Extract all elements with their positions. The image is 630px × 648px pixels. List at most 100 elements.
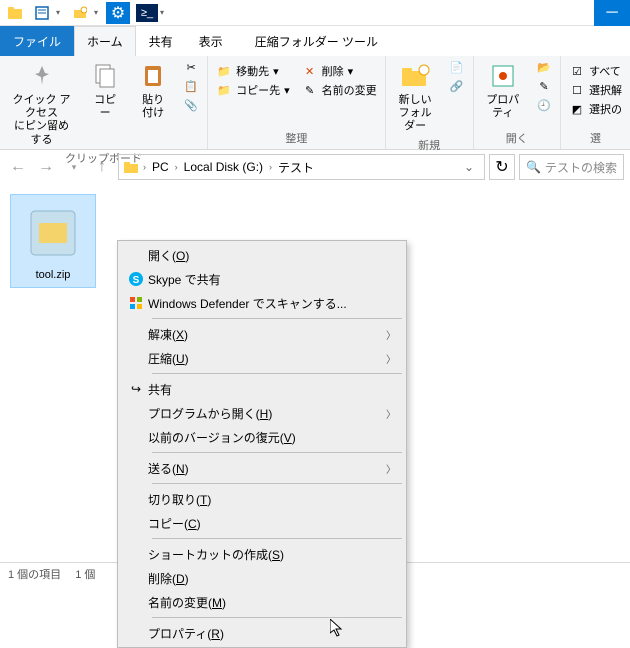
pin-quickaccess-button[interactable]: クイック アクセス にピン留めする [4, 58, 79, 149]
invert-selection-button[interactable]: ◩選択の [565, 100, 626, 118]
rename-icon: ✎ [302, 82, 318, 98]
qat-powershell-icon[interactable]: ≥_ [136, 4, 158, 22]
context-menu: 開く(O) SSkype で共有 Windows Defender でスキャンす… [117, 240, 407, 648]
ribbon-group-select: ☑すべて ☐選択解 ◩選択の 選 [561, 56, 630, 149]
select-none-button[interactable]: ☐選択解 [565, 81, 626, 99]
qat-dropdown-icon[interactable]: ▾ [94, 8, 104, 17]
copy-path-button[interactable]: 📋 [179, 77, 203, 95]
menu-separator [152, 373, 402, 374]
menu-separator [152, 318, 402, 319]
copy-icon [89, 60, 121, 92]
copy-to-button[interactable]: 📁コピー先 ▾ [212, 81, 294, 99]
tab-home[interactable]: ホーム [74, 26, 136, 56]
address-bar[interactable]: › PC › Local Disk (G:) › テスト ⌄ [118, 154, 485, 180]
tab-view[interactable]: 表示 [186, 26, 236, 56]
paste-button[interactable]: 貼り付け [131, 58, 175, 122]
new-item-button[interactable]: 📄 [445, 58, 469, 76]
easyaccess-icon: 🔗 [449, 78, 465, 94]
menu-separator [152, 483, 402, 484]
forward-button[interactable]: → [34, 155, 58, 179]
share-icon: ↪ [124, 382, 148, 396]
cut-button[interactable]: ✂ [179, 58, 203, 76]
newitem-icon: 📄 [449, 59, 465, 75]
tab-file[interactable]: ファイル [0, 26, 74, 56]
recent-dropdown[interactable]: ▾ [62, 155, 86, 179]
tab-compressed-tools[interactable]: 圧縮フォルダー ツール [242, 26, 391, 56]
qat-settings-icon[interactable]: ⚙ [106, 2, 130, 24]
pin-icon [26, 60, 58, 92]
address-dropdown-icon[interactable]: ⌄ [458, 160, 480, 174]
app-icon [4, 2, 26, 24]
menu-rename[interactable]: 名前の変更(M) [120, 590, 404, 614]
qat-properties-icon[interactable] [30, 2, 54, 24]
copyto-icon: 📁 [216, 82, 232, 98]
menu-restore-versions[interactable]: 以前のバージョンの復元(V) [120, 425, 404, 449]
menu-create-shortcut[interactable]: ショートカットの作成(S) [120, 542, 404, 566]
pin-label: クイック アクセス にピン留めする [10, 94, 73, 147]
properties-icon [487, 60, 519, 92]
menu-separator [152, 452, 402, 453]
menu-separator [152, 617, 402, 618]
scissors-icon: ✂ [183, 59, 199, 75]
menu-cut[interactable]: 切り取り(T) [120, 487, 404, 511]
search-icon: 🔍 [526, 160, 541, 174]
open-button[interactable]: 📂 [532, 58, 556, 76]
file-label: tool.zip [36, 269, 71, 281]
delete-button[interactable]: ✕削除 ▾ [298, 62, 381, 80]
up-button[interactable]: ↑ [90, 155, 114, 179]
refresh-button[interactable]: ↻ [489, 154, 515, 180]
ribbon: クイック アクセス にピン留めする コピー 貼り付け ✂ 📋 📎 クリップボード… [0, 56, 630, 150]
menu-open[interactable]: 開く(O) [120, 243, 404, 267]
quick-access-toolbar: ▾ ▾ ⚙ ≥_ ▾ [30, 2, 170, 24]
newfolder-label: 新しい フォルダー [396, 94, 435, 134]
rename-button[interactable]: ✎名前の変更 [298, 81, 381, 99]
menu-properties[interactable]: プロパティ(R) [120, 621, 404, 645]
select-all-button[interactable]: ☑すべて [565, 62, 626, 80]
menu-compress[interactable]: 圧縮(U)〉 [120, 346, 404, 370]
titlebar: ▾ ▾ ⚙ ≥_ ▾ 展開 テスト ─ [0, 0, 630, 26]
move-to-button[interactable]: 📁移動先 ▾ [212, 62, 294, 80]
qat-newfolder-icon[interactable] [68, 2, 92, 24]
delete-icon: ✕ [302, 63, 318, 79]
selectall-icon: ☑ [569, 63, 585, 79]
menu-skype-share[interactable]: SSkype で共有 [120, 267, 404, 291]
chevron-right-icon[interactable]: › [175, 162, 178, 172]
minimize-button[interactable]: ─ [594, 0, 630, 26]
copy-button[interactable]: コピー [83, 58, 127, 122]
skype-icon: S [124, 271, 148, 287]
moveto-icon: 📁 [216, 63, 232, 79]
search-input[interactable]: 🔍 テストの検索 [519, 154, 624, 180]
file-item-toolzip[interactable]: tool.zip [10, 194, 96, 288]
ribbon-group-new: 新しい フォルダー 📄 🔗 新規 [386, 56, 474, 149]
menu-share[interactable]: ↪共有 [120, 377, 404, 401]
breadcrumb-pc[interactable]: PC [150, 160, 171, 174]
menu-separator [152, 538, 402, 539]
chevron-right-icon[interactable]: › [143, 162, 146, 172]
history-button[interactable]: 🕘 [532, 96, 556, 114]
back-button[interactable]: ← [6, 155, 30, 179]
menu-copy[interactable]: コピー(C) [120, 511, 404, 535]
menu-open-with[interactable]: プログラムから開く(H)〉 [120, 401, 404, 425]
menu-delete[interactable]: 削除(D) [120, 566, 404, 590]
menu-send-to[interactable]: 送る(N)〉 [120, 456, 404, 480]
menu-defender-scan[interactable]: Windows Defender でスキャンする... [120, 291, 404, 315]
breadcrumb-drive[interactable]: Local Disk (G:) [182, 160, 265, 174]
qat-dropdown-icon[interactable]: ▾ [160, 8, 170, 17]
open-icon: 📂 [536, 59, 552, 75]
menu-extract[interactable]: 解凍(X)〉 [120, 322, 404, 346]
paste-shortcut-button[interactable]: 📎 [179, 96, 203, 114]
copy-label: コピー [89, 94, 121, 120]
properties-button[interactable]: プロパティ [478, 58, 528, 122]
chevron-right-icon: 〉 [386, 327, 396, 342]
edit-button[interactable]: ✎ [532, 77, 556, 95]
chevron-right-icon[interactable]: › [269, 162, 272, 172]
organize-group-label: 整理 [212, 129, 381, 147]
breadcrumb-folder[interactable]: テスト [276, 159, 316, 176]
history-icon: 🕘 [536, 97, 552, 113]
easy-access-button[interactable]: 🔗 [445, 77, 469, 95]
new-folder-button[interactable]: 新しい フォルダー [390, 58, 441, 136]
qat-dropdown-icon[interactable]: ▾ [56, 8, 66, 17]
path-icon: 📋 [183, 78, 199, 94]
tab-share[interactable]: 共有 [136, 26, 186, 56]
ribbon-group-organize: 📁移動先 ▾ 📁コピー先 ▾ ✕削除 ▾ ✎名前の変更 整理 [208, 56, 386, 149]
